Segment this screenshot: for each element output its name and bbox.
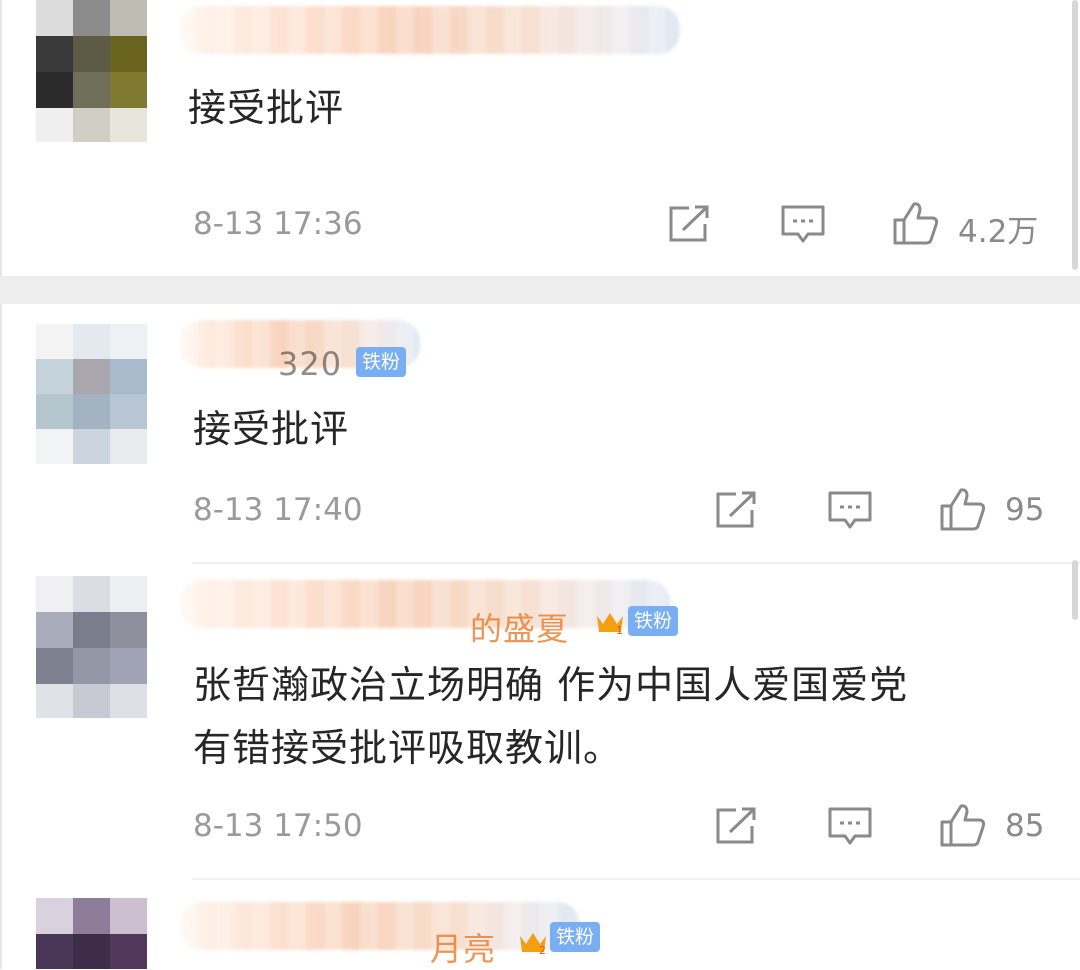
comment-divider <box>192 878 1080 880</box>
username-fragment: 的盛夏 <box>470 610 570 648</box>
crown-icon: 1 <box>597 613 623 636</box>
avatar[interactable] <box>36 898 147 969</box>
username-fragment: 月亮 <box>430 930 497 968</box>
like-count: 4.2万 <box>958 214 1039 250</box>
comment-icon[interactable] <box>827 806 873 846</box>
username-blurred[interactable] <box>180 6 680 54</box>
like-count: 95 <box>1005 492 1045 528</box>
crown-level: 1 <box>616 624 623 636</box>
comment-icon[interactable] <box>780 204 826 244</box>
thumbs-up-icon[interactable] <box>892 200 940 246</box>
fan-badge: 铁粉 <box>550 922 601 952</box>
scrollbar-lower[interactable] <box>1072 560 1078 620</box>
thumbs-up-icon[interactable] <box>939 486 987 532</box>
left-border <box>0 0 2 969</box>
crown-icon: 2 <box>520 933 546 956</box>
comment-text-line2: 有错接受批评吸取教训。 <box>193 726 623 770</box>
comment-text-line1: 张哲瀚政治立场明确 作为中国人爱国爱党 <box>193 663 909 707</box>
timestamp: 8-13 17:50 <box>193 808 363 844</box>
section-separator <box>0 276 1080 304</box>
timestamp: 8-13 17:36 <box>193 206 363 242</box>
crown-level: 2 <box>539 944 546 956</box>
comment-divider <box>192 562 1080 564</box>
avatar[interactable] <box>36 576 147 718</box>
comment-text: 接受批评 <box>188 86 345 130</box>
avatar[interactable] <box>36 324 147 464</box>
username-fragment: 320 <box>278 345 343 383</box>
share-icon[interactable] <box>714 490 758 530</box>
timestamp: 8-13 17:40 <box>193 492 363 528</box>
comment-icon[interactable] <box>827 490 873 530</box>
fan-badge: 铁粉 <box>356 347 407 377</box>
share-icon[interactable] <box>714 806 758 846</box>
thumbs-up-icon[interactable] <box>939 802 987 848</box>
comment-text: 接受批评 <box>193 407 350 451</box>
share-icon[interactable] <box>667 204 711 244</box>
fan-badge: 铁粉 <box>628 606 679 636</box>
avatar[interactable] <box>36 0 147 142</box>
like-count: 85 <box>1005 808 1045 844</box>
scrollbar[interactable] <box>1072 0 1078 270</box>
